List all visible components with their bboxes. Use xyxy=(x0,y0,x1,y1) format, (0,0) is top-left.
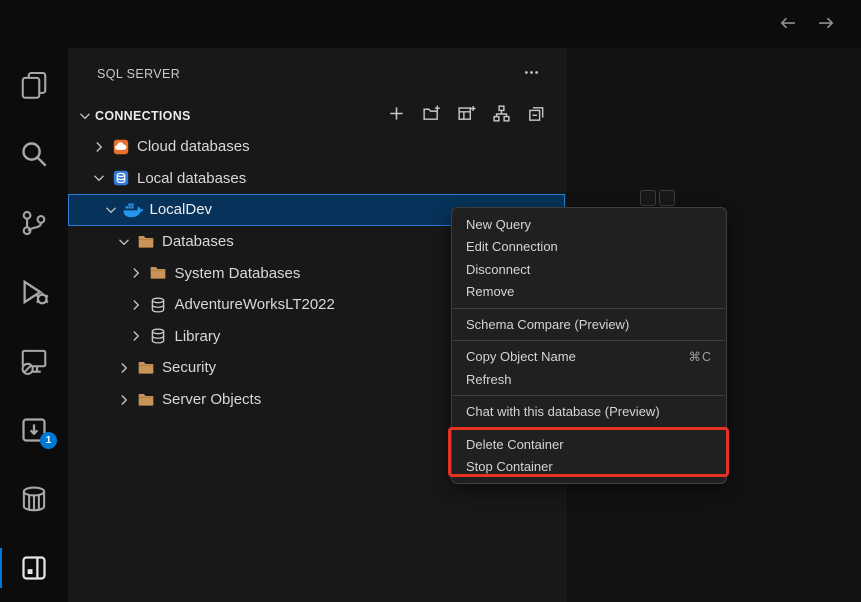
tree-item-cloud-databases[interactable]: Cloud databases xyxy=(68,131,565,163)
chevron-right-icon[interactable] xyxy=(90,138,107,155)
vscode-window: 1 SQL SERVER CONNECTIONS Cloud databases… xyxy=(0,0,861,602)
type-hierarchy-icon xyxy=(492,104,511,128)
tree-item-label: LocalDev xyxy=(150,201,213,218)
menu-item-new-query[interactable]: New Query xyxy=(452,213,726,236)
menu-item-label: Copy Object Name xyxy=(466,349,688,364)
activity-bar-item-sql-server[interactable] xyxy=(0,544,68,592)
navigate-back-button[interactable] xyxy=(775,12,801,38)
tree-item-label: AdventureWorksLT2022 xyxy=(175,296,335,313)
navigate-forward-button[interactable] xyxy=(813,12,839,38)
menu-separator xyxy=(453,340,725,341)
run-debug-icon xyxy=(19,277,49,307)
activity-bar-item-remote-explorer[interactable] xyxy=(0,337,68,385)
activity-bar-item-containers[interactable] xyxy=(0,475,68,523)
menu-item-delete-container[interactable]: Delete Container xyxy=(452,433,726,456)
tree-item-label: Cloud databases xyxy=(137,138,250,155)
local-databases-icon xyxy=(110,168,131,188)
menu-item-label: Remove xyxy=(466,284,712,299)
activity-bar-item-source-control[interactable] xyxy=(0,199,68,247)
menu-item-label: Stop Container xyxy=(466,459,712,474)
menu-item-edit-connection[interactable]: Edit Connection xyxy=(452,236,726,259)
new-connection-group-icon xyxy=(422,104,441,128)
arrow-right-icon xyxy=(816,13,836,38)
activity-bar-item-search[interactable] xyxy=(0,130,68,178)
docker-icon xyxy=(123,200,144,220)
add-connection-icon xyxy=(387,104,406,128)
chevron-right-icon[interactable] xyxy=(128,328,145,345)
menu-item-label: Disconnect xyxy=(466,262,712,277)
add-connection-button[interactable] xyxy=(385,105,408,128)
tree-item-label: Databases xyxy=(162,233,234,250)
tree-item-local-databases[interactable]: Local databases xyxy=(68,163,565,195)
connections-toolbar xyxy=(385,103,548,129)
collapse-all-icon xyxy=(527,104,546,128)
menu-item-copy-object-name[interactable]: Copy Object Name⌘C xyxy=(452,346,726,369)
add-server-button[interactable] xyxy=(455,105,478,128)
tree-item-label: Security xyxy=(162,359,216,376)
menu-item-refresh[interactable]: Refresh xyxy=(452,368,726,391)
tree-item-label: Server Objects xyxy=(162,391,261,408)
keyboard-hint-keycap xyxy=(640,190,656,206)
activity-badge: 1 xyxy=(40,432,57,449)
menu-item-label: New Query xyxy=(466,217,712,232)
menu-item-label: Schema Compare (Preview) xyxy=(466,317,712,332)
folder-icon xyxy=(148,263,169,283)
menu-item-chat-with-this-database-preview[interactable]: Chat with this database (Preview) xyxy=(452,401,726,424)
tree-item-label: Library xyxy=(175,328,221,345)
menu-item-label: Refresh xyxy=(466,372,712,387)
menu-item-label: Delete Container xyxy=(466,437,712,452)
collapse-all-button[interactable] xyxy=(525,105,548,128)
folder-icon xyxy=(135,358,156,378)
tree-item-label: System Databases xyxy=(175,265,301,282)
menu-item-schema-compare-preview[interactable]: Schema Compare (Preview) xyxy=(452,313,726,336)
menu-item-remove[interactable]: Remove xyxy=(452,281,726,304)
new-connection-group-button[interactable] xyxy=(420,105,443,128)
activity-bar-item-database-projects[interactable]: 1 xyxy=(0,406,68,454)
type-hierarchy-button[interactable] xyxy=(490,105,513,128)
add-server-icon xyxy=(457,104,476,128)
remote-explorer-icon xyxy=(19,346,49,376)
folder-icon xyxy=(135,232,156,252)
menu-separator xyxy=(453,395,725,396)
chevron-right-icon[interactable] xyxy=(128,265,145,282)
database-icon xyxy=(148,326,169,346)
activity-bar-item-run-debug[interactable] xyxy=(0,268,68,316)
chevron-down-icon xyxy=(76,108,93,125)
menu-item-stop-container[interactable]: Stop Container xyxy=(452,456,726,479)
ellipsis-icon xyxy=(523,64,540,86)
menu-item-shortcut: ⌘C xyxy=(688,349,712,364)
menu-separator xyxy=(453,308,725,309)
chevron-right-icon[interactable] xyxy=(128,296,145,313)
containers-icon xyxy=(19,484,49,514)
activity-bar: 1 xyxy=(0,48,68,602)
menu-item-disconnect[interactable]: Disconnect xyxy=(452,258,726,281)
database-icon xyxy=(148,295,169,315)
sidebar-title: SQL SERVER xyxy=(97,67,180,81)
files-icon xyxy=(19,70,49,100)
chevron-right-icon[interactable] xyxy=(115,391,132,408)
menu-item-label: Edit Connection xyxy=(466,239,712,254)
menu-separator xyxy=(453,428,725,429)
source-control-icon xyxy=(19,208,49,238)
keyboard-hint-keycap xyxy=(659,190,675,206)
cloud-databases-icon xyxy=(110,137,131,157)
activity-bar-item-files[interactable] xyxy=(0,61,68,109)
tree-item-label: Local databases xyxy=(137,170,246,187)
chevron-down-icon[interactable] xyxy=(115,233,132,250)
title-bar xyxy=(0,0,861,48)
search-icon xyxy=(19,139,49,169)
more-actions-button[interactable] xyxy=(518,63,544,86)
arrow-left-icon xyxy=(778,13,798,38)
sql-server-icon xyxy=(19,553,49,583)
folder-icon xyxy=(135,390,156,410)
menu-item-label: Chat with this database (Preview) xyxy=(466,404,712,419)
chevron-down-icon[interactable] xyxy=(90,170,107,187)
chevron-right-icon[interactable] xyxy=(115,359,132,376)
chevron-down-icon[interactable] xyxy=(103,201,120,218)
connections-section-label: CONNECTIONS xyxy=(95,109,191,123)
context-menu: New Query Edit Connection Disconnect Remove… xyxy=(451,207,727,484)
